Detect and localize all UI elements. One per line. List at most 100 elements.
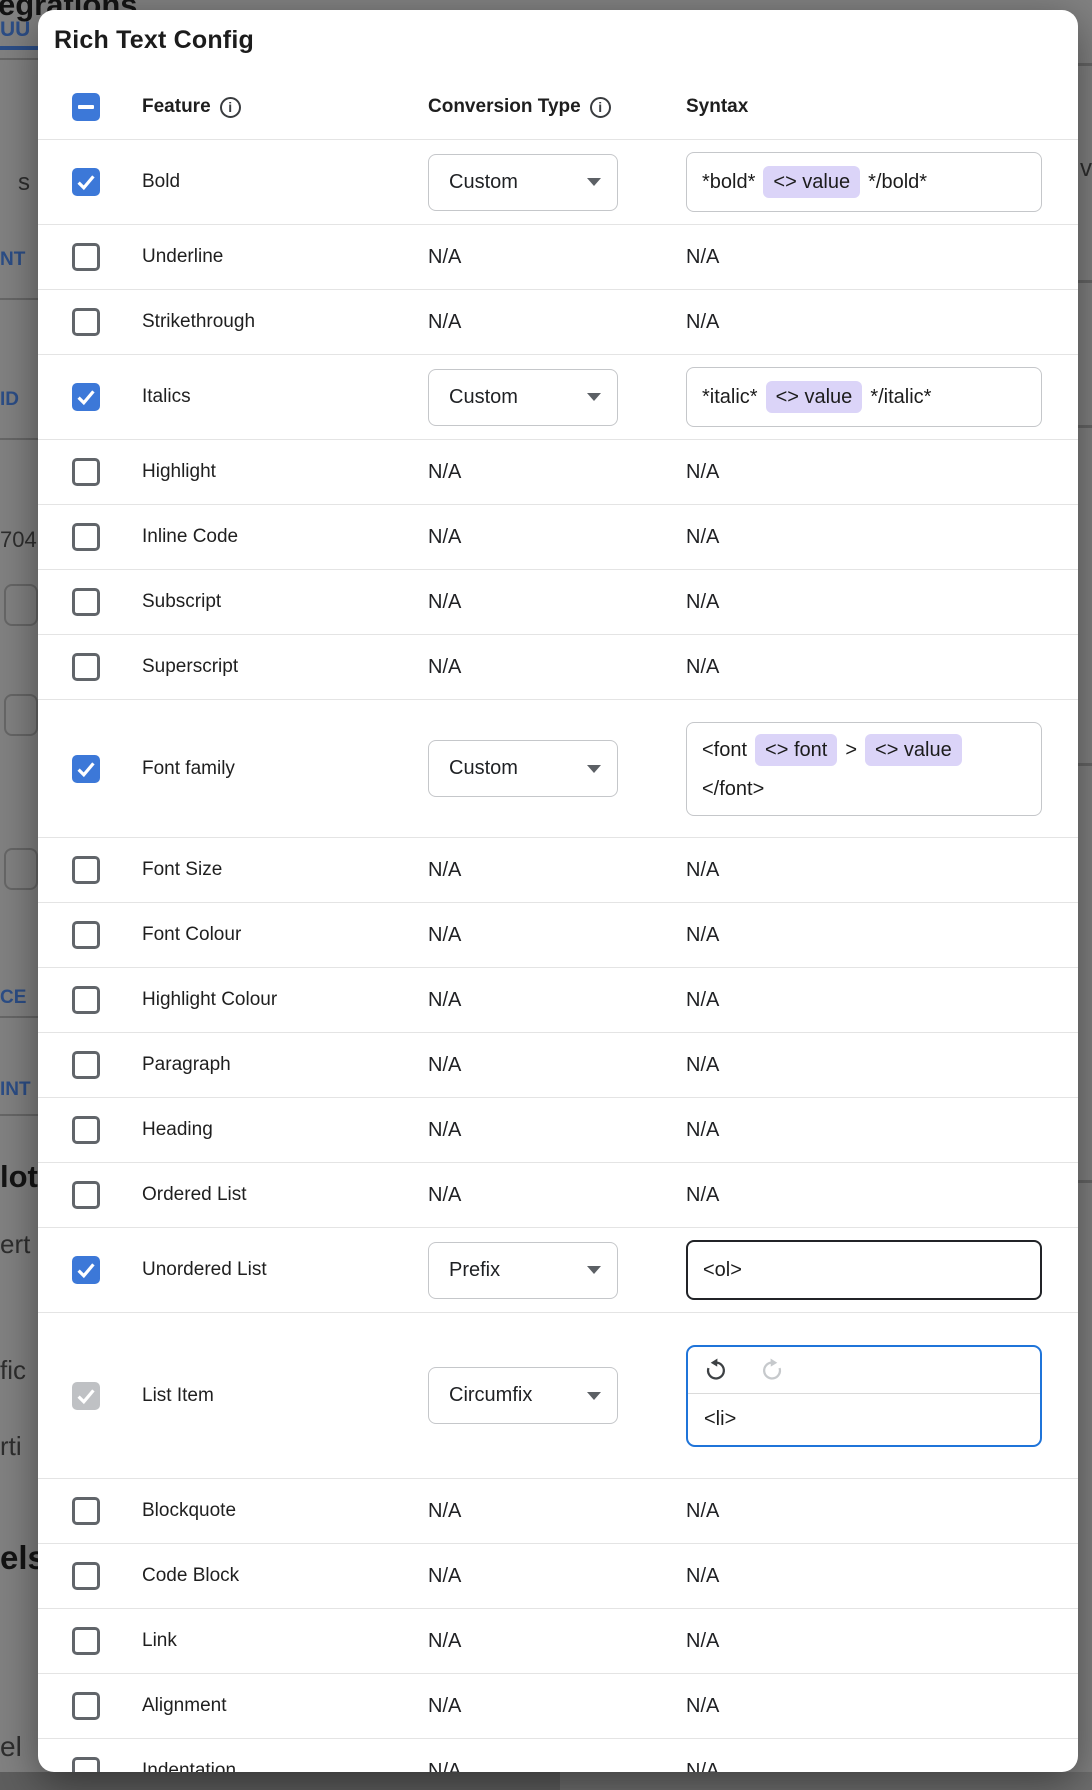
feature-checkbox[interactable] [72, 986, 100, 1014]
syntax-text: </font> [702, 774, 764, 804]
info-icon[interactable]: i [220, 97, 241, 118]
chevron-down-icon [587, 1266, 601, 1274]
conversion-select[interactable]: Prefix [428, 1242, 618, 1299]
feature-checkbox[interactable] [72, 1562, 100, 1590]
feature-checkbox[interactable] [72, 383, 100, 411]
column-header-feature: Feature [142, 96, 211, 118]
conversion-select-label: Custom [449, 386, 518, 409]
syntax-text: *bold* [702, 167, 755, 197]
background-shape [1078, 1180, 1092, 1183]
feature-label: List Item [142, 1385, 214, 1407]
info-icon[interactable]: i [590, 97, 611, 118]
check-icon [72, 168, 100, 196]
feature-label: Font family [142, 758, 235, 780]
syntax-input[interactable]: <ol> [686, 1240, 1042, 1300]
syntax-field[interactable]: *italic*<> value*/italic* [686, 367, 1042, 427]
feature-row: StrikethroughN/AN/A [38, 290, 1078, 355]
feature-checkbox[interactable] [72, 1181, 100, 1209]
chevron-down-icon [587, 1392, 601, 1400]
conversion-na: N/A [428, 1119, 461, 1142]
feature-checkbox[interactable] [72, 308, 100, 336]
rich-text-config-dialog: Rich Text Config Feature i Conversion Ty… [38, 10, 1078, 1772]
feature-checkbox[interactable] [72, 856, 100, 884]
syntax-text: <font [702, 735, 747, 765]
select-all-checkbox[interactable] [72, 93, 100, 121]
feature-checkbox[interactable] [72, 1497, 100, 1525]
background-text-fragment: ID [0, 390, 19, 411]
placeholder-chip: <> font [755, 734, 837, 766]
background-shape [4, 584, 38, 626]
conversion-na: N/A [428, 1630, 461, 1653]
background-shape [4, 848, 38, 890]
feature-checkbox[interactable] [72, 1256, 100, 1284]
feature-checkbox[interactable] [72, 1116, 100, 1144]
feature-row: LinkN/AN/A [38, 1609, 1078, 1674]
placeholder-chip: <> value [763, 166, 860, 198]
conversion-na: N/A [428, 924, 461, 947]
syntax-input-focused[interactable]: <li> [686, 1345, 1042, 1447]
dialog-title: Rich Text Config [54, 26, 254, 55]
feature-row: ParagraphN/AN/A [38, 1033, 1078, 1098]
background-text-fragment: CE [0, 988, 26, 1009]
feature-checkbox [72, 1382, 100, 1410]
background-text-fragment: 704 [0, 528, 37, 552]
column-header-syntax: Syntax [686, 96, 748, 118]
syntax-na: N/A [686, 1054, 719, 1077]
conversion-select-label: Circumfix [449, 1384, 532, 1407]
background-shape [1078, 280, 1092, 283]
feature-checkbox[interactable] [72, 755, 100, 783]
syntax-na: N/A [686, 461, 719, 484]
feature-checkbox[interactable] [72, 653, 100, 681]
feature-label: Indentation [142, 1760, 236, 1772]
background-shape [0, 58, 38, 60]
chevron-down-icon [587, 393, 601, 401]
feature-checkbox[interactable] [72, 921, 100, 949]
feature-checkbox[interactable] [72, 243, 100, 271]
syntax-field[interactable]: *bold*<> value*/bold* [686, 152, 1042, 212]
feature-checkbox[interactable] [72, 168, 100, 196]
feature-label: Heading [142, 1119, 213, 1141]
syntax-text: > [845, 735, 857, 765]
background-text-fragment: lot [0, 1160, 38, 1194]
undo-icon[interactable] [704, 1357, 730, 1383]
feature-row: Italics Custom *italic*<> value*/italic* [38, 355, 1078, 440]
feature-row: Code BlockN/AN/A [38, 1544, 1078, 1609]
syntax-na: N/A [686, 1565, 719, 1588]
background-shape [4, 694, 38, 736]
syntax-text: *italic* [702, 382, 758, 412]
check-icon [72, 1382, 100, 1410]
feature-row: BoldCustom*bold*<> value*/bold* [38, 140, 1078, 225]
feature-label: Italics [142, 386, 191, 408]
background-shape [1078, 63, 1092, 66]
feature-table: Feature i Conversion Type i Syntax Bold C… [38, 75, 1078, 1772]
conversion-select-label: Prefix [449, 1259, 500, 1282]
feature-label: Unordered List [142, 1259, 267, 1281]
column-header-conversion: Conversion Type [428, 96, 581, 118]
feature-checkbox[interactable] [72, 1692, 100, 1720]
feature-checkbox[interactable] [72, 458, 100, 486]
syntax-text: */italic* [870, 382, 931, 412]
syntax-field[interactable]: <font <> font > <> value </font> [686, 722, 1042, 816]
conversion-select[interactable]: Custom [428, 369, 618, 426]
feature-checkbox[interactable] [72, 1627, 100, 1655]
placeholder-chip: <> value [865, 734, 962, 766]
feature-row: Font ColourN/AN/A [38, 903, 1078, 968]
feature-label: Bold [142, 171, 180, 193]
background-text-fragment: fic [0, 1356, 26, 1385]
check-icon [72, 1256, 100, 1284]
conversion-select[interactable]: Circumfix [428, 1367, 618, 1424]
conversion-select[interactable]: Custom [428, 740, 618, 797]
feature-label: Link [142, 1630, 177, 1652]
feature-row: UnderlineN/AN/A [38, 225, 1078, 290]
feature-row: AlignmentN/AN/A [38, 1674, 1078, 1739]
conversion-select[interactable]: Custom [428, 154, 618, 211]
feature-checkbox[interactable] [72, 523, 100, 551]
redo-icon[interactable] [758, 1357, 784, 1383]
feature-label: Highlight Colour [142, 989, 277, 1011]
syntax-na: N/A [686, 1500, 719, 1523]
feature-checkbox[interactable] [72, 1757, 100, 1772]
feature-checkbox[interactable] [72, 588, 100, 616]
feature-checkbox[interactable] [72, 1051, 100, 1079]
conversion-na: N/A [428, 526, 461, 549]
syntax-na: N/A [686, 526, 719, 549]
